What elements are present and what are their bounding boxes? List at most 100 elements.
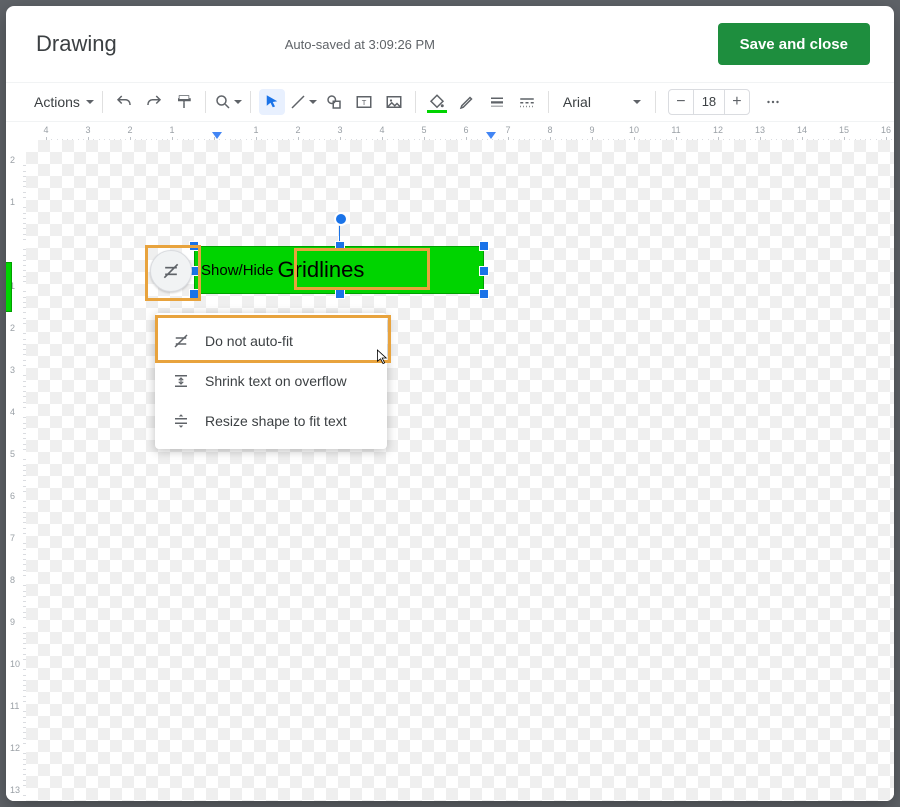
shape-text-right: Gridlines [278, 257, 365, 283]
paint-format-button[interactable] [171, 89, 197, 115]
vertical-ruler[interactable]: 2112345678910111213 [6, 140, 27, 801]
textbox-tool-button[interactable]: T [351, 89, 377, 115]
font-size-input[interactable]: 18 [693, 90, 725, 114]
ruler-h-label: 15 [839, 125, 849, 135]
ruler-h-label: 5 [421, 125, 426, 135]
menu-item-label: Resize shape to fit text [205, 413, 347, 429]
undo-button[interactable] [111, 89, 137, 115]
ruler-v-label: 3 [10, 365, 15, 375]
ruler-v-label: 10 [10, 659, 20, 669]
dialog-title: Drawing [36, 31, 117, 57]
ellipsis-icon [764, 93, 782, 111]
caret-down-icon [86, 100, 94, 104]
ruler-h-label: 10 [629, 125, 639, 135]
svg-text:T: T [362, 98, 367, 107]
drawing-dialog: Drawing Auto-saved at 3:09:26 PM Save an… [6, 6, 894, 801]
more-tools-button[interactable] [760, 89, 786, 115]
autosave-status: Auto-saved at 3:09:26 PM [285, 37, 435, 52]
actions-menu-button[interactable]: Actions [30, 89, 94, 115]
ruler-h-label: 9 [589, 125, 594, 135]
ruler-right-indent-marker[interactable] [486, 132, 496, 139]
autofit-options-button[interactable] [150, 250, 192, 292]
ruler-h-label: 2 [127, 125, 132, 135]
font-family-select[interactable]: Arial [557, 89, 647, 115]
ruler-h-label: 7 [505, 125, 510, 135]
ruler-v-label: 9 [10, 617, 15, 627]
undo-icon [115, 93, 133, 111]
ruler-h-label: 8 [547, 125, 552, 135]
border-color-button[interactable] [454, 89, 480, 115]
ruler-v-label: 13 [10, 785, 20, 795]
redo-icon [145, 93, 163, 111]
offscreen-shape[interactable] [6, 262, 12, 312]
border-weight-button[interactable] [484, 89, 510, 115]
app-frame: Drawing Auto-saved at 3:09:26 PM Save an… [0, 0, 900, 807]
ruler-h-label: 3 [337, 125, 342, 135]
fill-color-swatch [427, 110, 447, 113]
autofit-menu-item-resize[interactable]: Resize shape to fit text [155, 401, 387, 441]
shapes-icon [325, 93, 343, 111]
caret-down-icon [309, 100, 317, 104]
caret-down-icon [234, 100, 242, 104]
font-size-decrease-button[interactable]: − [669, 90, 693, 114]
ruler-h-label: 13 [755, 125, 765, 135]
resize-handle-sw[interactable] [189, 289, 199, 299]
line-dash-icon [518, 93, 536, 111]
font-size-stepper: − 18 + [668, 89, 750, 115]
resize-handle-ne[interactable] [479, 241, 489, 251]
rotate-handle[interactable] [334, 212, 348, 226]
drawing-canvas[interactable] [26, 140, 894, 801]
shape-tool-button[interactable] [321, 89, 347, 115]
font-size-increase-button[interactable]: + [725, 90, 749, 114]
no-autofit-icon [161, 261, 181, 281]
ruler-v-label: 2 [10, 323, 15, 333]
autofit-menu: Do not auto-fit Shrink text on overflow … [155, 313, 387, 449]
image-tool-button[interactable] [381, 89, 407, 115]
resize-shape-icon [171, 411, 191, 431]
save-and-close-button[interactable]: Save and close [718, 23, 870, 65]
autofit-menu-item-donot[interactable]: Do not auto-fit [155, 321, 387, 361]
zoom-button[interactable] [214, 89, 242, 115]
pencil-icon [458, 93, 476, 111]
font-family-label: Arial [563, 94, 591, 110]
ruler-h-label: 16 [881, 125, 891, 135]
ruler-h-label: 4 [43, 125, 48, 135]
canvas-viewport [26, 140, 894, 801]
select-tool-button[interactable] [259, 89, 285, 115]
menu-item-label: Shrink text on overflow [205, 373, 347, 389]
selected-shape[interactable]: Show/Hide Gridlines [194, 246, 484, 294]
resize-handle-s[interactable] [335, 289, 345, 299]
border-dash-button[interactable] [514, 89, 540, 115]
ruler-v-label: 4 [10, 407, 15, 417]
ruler-v-label: 1 [10, 197, 15, 207]
line-weight-icon [488, 93, 506, 111]
fill-bucket-icon [428, 93, 446, 111]
paint-roller-icon [175, 93, 193, 111]
ruler-h-label: 4 [379, 125, 384, 135]
resize-handle-nw[interactable] [189, 241, 199, 251]
actions-label: Actions [30, 94, 84, 110]
resize-handle-se[interactable] [479, 289, 489, 299]
textbox-icon: T [355, 93, 373, 111]
ruler-h-label: 11 [671, 125, 680, 135]
ruler-h-label: 2 [295, 125, 300, 135]
resize-handle-n[interactable] [335, 241, 345, 251]
image-icon [385, 93, 403, 111]
ruler-h-label: 1 [253, 125, 258, 135]
fill-color-button[interactable] [424, 89, 450, 115]
redo-button[interactable] [141, 89, 167, 115]
toolbar: Actions T [6, 82, 894, 122]
line-tool-button[interactable] [289, 89, 317, 115]
ruler-v-label: 12 [10, 743, 20, 753]
menu-item-label: Do not auto-fit [205, 333, 293, 349]
ruler-v-label: 7 [10, 533, 15, 543]
ruler-h-label: 12 [713, 125, 723, 135]
autofit-menu-item-shrink[interactable]: Shrink text on overflow [155, 361, 387, 401]
line-icon [289, 93, 307, 111]
shape-text-frame[interactable]: Show/Hide Gridlines [194, 246, 484, 294]
resize-handle-e[interactable] [479, 266, 489, 276]
shape-text-left: Show/Hide [201, 262, 274, 279]
shrink-text-icon [171, 371, 191, 391]
ruler-h-label: 3 [85, 125, 90, 135]
ruler-h-label: 14 [797, 125, 807, 135]
